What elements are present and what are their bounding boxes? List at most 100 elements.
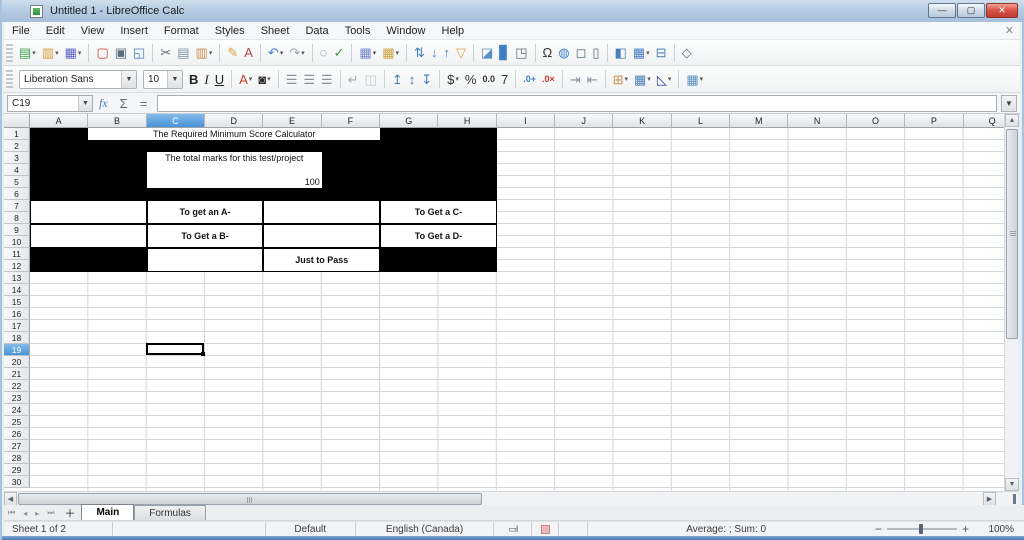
black-block-bottom-left[interactable]	[30, 248, 147, 272]
insert-image-button[interactable]: ◪	[478, 43, 496, 62]
chevron-down-icon[interactable]: ▾	[267, 75, 271, 83]
row-header-21[interactable]: 21	[4, 368, 30, 380]
align-top-button[interactable]: ↥	[389, 70, 406, 89]
row-header-16[interactable]: 16	[4, 308, 30, 320]
toolbar-grip[interactable]	[6, 43, 13, 62]
bold-button[interactable]: B	[186, 70, 201, 89]
insert-page-break-button[interactable]: ◧	[612, 43, 630, 62]
menu-format[interactable]: Format	[156, 23, 207, 39]
cell-cursor[interactable]	[145, 343, 206, 356]
row-header-9[interactable]: 9	[4, 224, 30, 236]
menu-styles[interactable]: Styles	[207, 23, 253, 39]
previous-sheet-icon[interactable]: ◂	[19, 506, 31, 520]
score-d-input-cell[interactable]	[263, 224, 381, 248]
menu-insert[interactable]: Insert	[112, 23, 156, 39]
title-cell[interactable]: The Required Minimum Score Calculator	[88, 128, 381, 140]
row-header-7[interactable]: 7	[4, 200, 30, 212]
row-header-30[interactable]: 30	[4, 476, 30, 488]
conditional-formatting-button[interactable]: ▦ ▾	[683, 70, 706, 89]
chevron-down-icon[interactable]: ▾	[55, 49, 59, 57]
autofilter-button[interactable]: ▽	[453, 43, 469, 62]
border-style-button[interactable]: ▦ ▾	[631, 70, 654, 89]
border-color-button[interactable]: ◺ ▾	[654, 70, 675, 89]
row-header-14[interactable]: 14	[4, 284, 30, 296]
paste-button[interactable]: ▥ ▾	[193, 43, 216, 62]
column-header-c[interactable]: C	[146, 114, 206, 128]
menu-sheet[interactable]: Sheet	[253, 23, 298, 39]
menu-edit[interactable]: Edit	[38, 23, 73, 39]
sheet-tab-formulas[interactable]: Formulas	[134, 505, 206, 520]
column-header-h[interactable]: H	[438, 114, 497, 128]
delete-decimal-place-button[interactable]: .0×	[539, 70, 558, 89]
chevron-down-icon[interactable]: ▾	[32, 49, 36, 57]
column-header-l[interactable]: L	[671, 114, 731, 128]
add-decimal-place-button[interactable]: .0+	[520, 70, 539, 89]
row-header-27[interactable]: 27	[4, 440, 30, 452]
zoom-level[interactable]: 100%	[974, 524, 1018, 535]
row-header-8[interactable]: 8	[4, 212, 30, 224]
score-c-input-cell[interactable]	[263, 200, 381, 224]
grade-c-label-cell[interactable]: To Get a C-	[380, 200, 497, 224]
menu-help[interactable]: Help	[434, 23, 473, 39]
align-center-button[interactable]: ☰	[300, 70, 318, 89]
row-header-28[interactable]: 28	[4, 452, 30, 464]
row-header-1[interactable]: 1	[4, 128, 30, 140]
row-header-17[interactable]: 17	[4, 320, 30, 332]
font-name-combo[interactable]: Liberation Sans ▼	[19, 69, 137, 89]
scroll-up-icon[interactable]: ▲	[1005, 114, 1019, 127]
chevron-down-icon[interactable]: ▼	[78, 95, 92, 111]
align-left-button[interactable]: ☰	[283, 70, 301, 89]
underline-button[interactable]: U	[212, 70, 227, 89]
print-preview-button[interactable]: ◱	[130, 43, 148, 62]
row-header-10[interactable]: 10	[4, 236, 30, 248]
row-header-25[interactable]: 25	[4, 416, 30, 428]
row-header-26[interactable]: 26	[4, 428, 30, 440]
zoom-out-icon[interactable]: −	[870, 522, 887, 536]
zoom-slider-thumb[interactable]	[919, 524, 923, 534]
wrap-text-button[interactable]: ↵	[345, 70, 362, 89]
insert-hyperlink-button[interactable]: ◍	[555, 43, 572, 62]
save-status[interactable]	[532, 522, 560, 536]
menu-window[interactable]: Window	[378, 23, 433, 39]
menu-tools[interactable]: Tools	[337, 23, 379, 39]
pass-input-cell[interactable]	[146, 248, 264, 272]
align-right-button[interactable]: ☰	[318, 70, 336, 89]
column-header-q[interactable]: Q	[963, 114, 1004, 128]
grade-d-label-cell[interactable]: To Get a D-	[380, 224, 497, 248]
column-header-p[interactable]: P	[905, 114, 964, 128]
format-as-currency-button[interactable]: $ ▾	[444, 70, 462, 89]
function-wizard-icon[interactable]: fx	[93, 96, 114, 111]
chevron-down-icon[interactable]: ▾	[78, 49, 82, 57]
maximize-button[interactable]: ▢	[957, 3, 985, 18]
black-block-bottom-right[interactable]	[380, 248, 497, 272]
scroll-left-icon[interactable]: ◀	[4, 492, 17, 506]
chevron-down-icon[interactable]: ▾	[396, 49, 400, 57]
sheet-tab-main[interactable]: Main	[81, 504, 135, 520]
chevron-down-icon[interactable]: ▾	[455, 75, 459, 83]
row-header-11[interactable]: 11	[4, 248, 30, 260]
column-header-d[interactable]: D	[205, 114, 264, 128]
last-sheet-icon[interactable]: ⏭	[43, 506, 58, 520]
highlighting-color-button[interactable]: ◙ ▾	[255, 70, 273, 89]
insert-row-button[interactable]: ▦ ▾	[356, 43, 379, 62]
font-size-combo[interactable]: 10 ▼	[143, 69, 183, 89]
format-as-number-button[interactable]: 0.0	[479, 70, 498, 89]
menu-data[interactable]: Data	[297, 23, 336, 39]
cut-button[interactable]: ✂	[157, 43, 174, 62]
column-header-k[interactable]: K	[613, 114, 672, 128]
increase-indent-button[interactable]: ⇥	[567, 70, 584, 89]
chevron-down-icon[interactable]: ▾	[301, 49, 305, 57]
first-sheet-icon[interactable]: ⏮	[4, 506, 19, 520]
chevron-down-icon[interactable]: ▾	[373, 49, 377, 57]
scroll-right-icon[interactable]: ▶	[983, 492, 996, 506]
chevron-down-icon[interactable]: ▾	[668, 75, 672, 83]
menu-view[interactable]: View	[73, 23, 113, 39]
new-button[interactable]: ▤ ▾	[16, 43, 39, 62]
add-sheet-button[interactable]: ＋	[58, 506, 81, 520]
horizontal-scrollbar[interactable]: ◀ ▶	[4, 491, 1018, 506]
insert-comment-button[interactable]: ◻	[573, 43, 590, 62]
selection-stats[interactable]: Average: ; Sum: 0	[588, 522, 864, 536]
next-sheet-icon[interactable]: ▸	[31, 506, 43, 520]
language-status[interactable]: English (Canada)	[356, 522, 495, 536]
save-button[interactable]: ▦ ▾	[62, 43, 85, 62]
